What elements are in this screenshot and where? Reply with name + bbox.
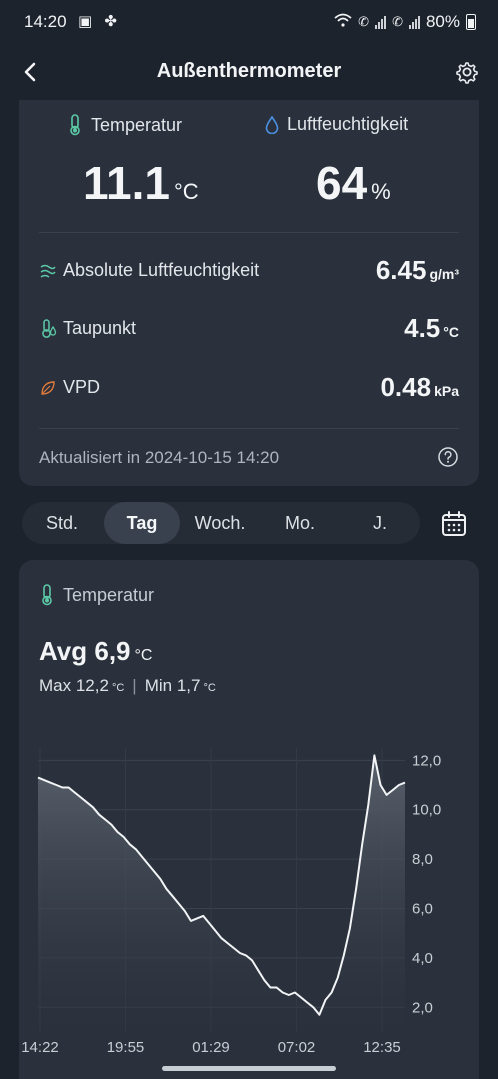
x-tick-label: 19:55 bbox=[107, 1039, 145, 1056]
temperature-chart: 2,0 4,0 6,0 8,0 10,0 12,0 14:22 19:55 01:29 07:02… bbox=[21, 748, 441, 1056]
x-tick-label: 01:29 bbox=[192, 1039, 230, 1056]
series-area bbox=[38, 755, 405, 1032]
y-tick-label: 12,0 bbox=[412, 752, 441, 769]
y-tick-label: 8,0 bbox=[412, 851, 433, 868]
y-tick-label: 2,0 bbox=[412, 999, 433, 1016]
x-tick-label: 12:35 bbox=[363, 1039, 401, 1056]
y-tick-label: 4,0 bbox=[412, 950, 433, 967]
home-indicator[interactable] bbox=[162, 1066, 336, 1071]
x-tick-label: 14:22 bbox=[21, 1039, 59, 1056]
x-tick-label: 07:02 bbox=[278, 1039, 316, 1056]
y-tick-label: 6,0 bbox=[412, 901, 433, 918]
y-tick-label: 10,0 bbox=[412, 802, 441, 819]
